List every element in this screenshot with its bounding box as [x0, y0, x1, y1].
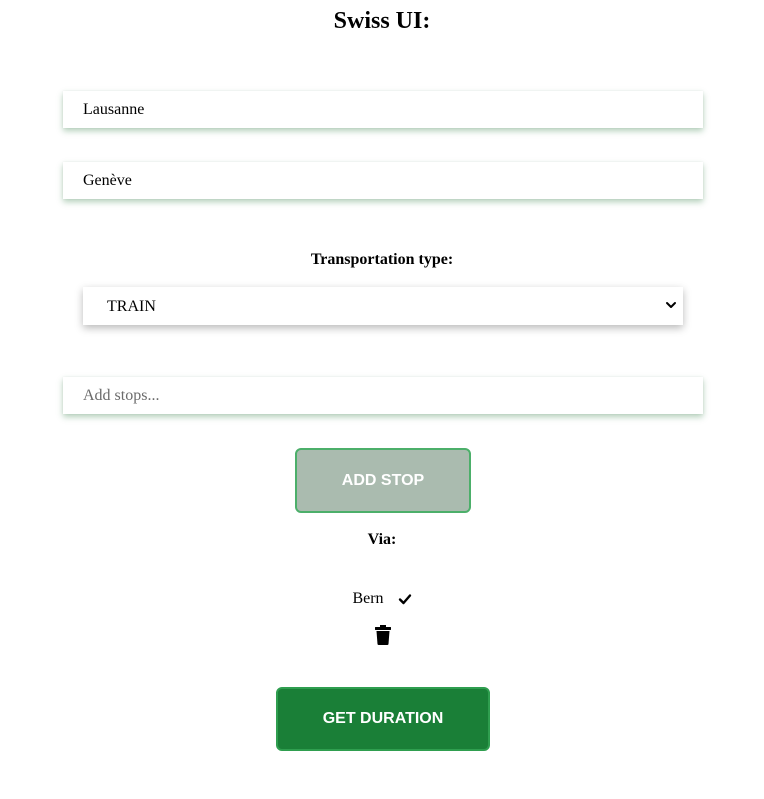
transportation-type-select[interactable]: TRAIN	[83, 287, 683, 325]
destination-input[interactable]	[63, 162, 703, 199]
page-title: Swiss UI:	[333, 8, 431, 34]
origin-input[interactable]	[63, 91, 703, 128]
add-stops-input[interactable]	[63, 377, 703, 414]
via-stop-name: Bern	[352, 590, 384, 607]
via-stop-item: Bern	[0, 589, 764, 609]
via-label: Via:	[367, 531, 397, 548]
check-icon[interactable]	[398, 592, 412, 606]
get-duration-button[interactable]: GET DURATION	[276, 687, 490, 751]
transportation-type-select-wrapper: TRAIN	[83, 287, 683, 325]
add-stop-button[interactable]: ADD STOP	[295, 448, 471, 513]
trash-icon[interactable]	[375, 625, 391, 645]
transportation-type-label: Transportation type:	[310, 251, 454, 268]
